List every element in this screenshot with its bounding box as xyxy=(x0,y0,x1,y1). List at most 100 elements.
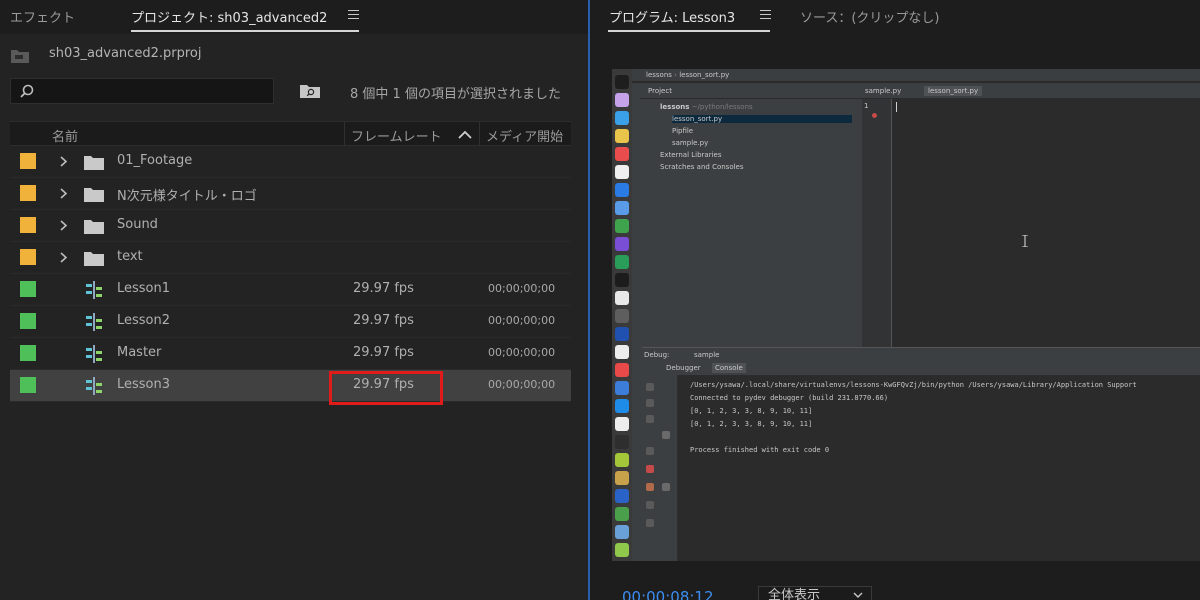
ide-titlebar: lessons › lesson_sort.py xyxy=(632,69,1200,81)
table-header: 名前 フレームレート メディア開始 xyxy=(10,121,571,146)
tab-project[interactable]: プロジェクト: sh03_advanced2 xyxy=(131,7,327,26)
search-input[interactable] xyxy=(10,78,274,104)
debug-config: sample xyxy=(694,351,720,359)
debug-tab-active: Console xyxy=(712,363,746,373)
editor-tab: sample.py xyxy=(865,87,902,95)
app-icon xyxy=(615,93,629,107)
console-line: Connected to pydev debugger (build 231.8… xyxy=(690,394,889,402)
label-color-swatch[interactable] xyxy=(20,281,36,297)
panel-menu-icon[interactable] xyxy=(348,10,359,20)
table-row[interactable]: Lesson2 29.97 fps 00;00;00;00 xyxy=(10,306,571,338)
chevron-right-icon[interactable] xyxy=(60,220,68,231)
tool-icon xyxy=(646,383,654,391)
app-icon xyxy=(615,327,629,341)
column-divider xyxy=(344,122,345,146)
label-color-swatch[interactable] xyxy=(20,249,36,265)
tool-icon xyxy=(662,431,670,439)
label-color-swatch[interactable] xyxy=(20,153,36,169)
app-icon xyxy=(615,543,629,557)
active-tab-underline xyxy=(608,30,770,32)
column-header-name[interactable]: 名前 xyxy=(52,126,78,145)
zoom-level-value: 全体表示 xyxy=(768,588,821,600)
item-name[interactable]: Lesson1 xyxy=(117,281,170,296)
app-icon xyxy=(615,111,629,125)
console-line: /Users/ysawa/.local/share/virtualenvs/le… xyxy=(690,381,1137,389)
label-color-swatch[interactable] xyxy=(20,313,36,329)
tree-item: sample.py xyxy=(672,139,709,147)
table-row[interactable]: Master 29.97 fps 00;00;00;00 xyxy=(10,338,571,370)
item-name[interactable]: N次元様タイトル・ロゴ xyxy=(117,185,257,204)
tab-program[interactable]: プログラム: Lesson3 xyxy=(609,7,735,26)
project-panel: エフェクト プロジェクト: sh03_advanced2 sh03_advanc… xyxy=(0,0,588,600)
debug-tab: Debugger xyxy=(666,364,701,372)
table-row[interactable]: Lesson1 29.97 fps 00;00;00;00 xyxy=(10,274,571,306)
app-icon xyxy=(615,381,629,395)
item-name[interactable]: Lesson2 xyxy=(117,313,170,328)
app-icon xyxy=(615,75,629,89)
tree-item: Scratches and Consoles xyxy=(660,163,744,171)
app-icon xyxy=(615,273,629,287)
playhead-timecode[interactable]: 00;00;08;12 xyxy=(622,588,714,600)
find-folder-icon[interactable] xyxy=(300,84,320,98)
item-name[interactable]: Sound xyxy=(117,217,158,232)
tab-effects[interactable]: エフェクト xyxy=(10,7,75,26)
editor-gutter: 1 xyxy=(862,99,892,361)
item-name[interactable]: Lesson3 xyxy=(117,377,170,392)
tool-icon xyxy=(646,399,654,407)
app-icon xyxy=(615,309,629,323)
program-monitor-panel: プログラム: Lesson3 ソース：(クリップなし) lessons › le… xyxy=(590,0,1200,600)
chevron-right-icon[interactable] xyxy=(60,252,68,263)
table-row-selected[interactable]: Lesson3 29.97 fps 00;00;00;00 xyxy=(10,370,571,402)
panel-menu-icon[interactable] xyxy=(760,10,771,20)
table-row[interactable]: text xyxy=(10,242,571,274)
column-header-frame-rate[interactable]: フレームレート xyxy=(351,126,442,145)
app-icon xyxy=(615,237,629,251)
debug-console: /Users/ysawa/.local/share/virtualenvs/le… xyxy=(678,375,1200,561)
zoom-level-select[interactable]: 全体表示 xyxy=(758,586,872,600)
item-name[interactable]: Master xyxy=(117,345,161,360)
ide-project-label: Project xyxy=(648,87,672,95)
debug-header: Debug: sample xyxy=(642,347,1200,361)
item-name[interactable]: 01_Footage xyxy=(117,153,192,168)
column-header-media-start[interactable]: メディア開始 xyxy=(486,126,563,145)
dock xyxy=(612,69,632,561)
item-media-start: 00;00;00;00 xyxy=(488,346,556,359)
label-color-swatch[interactable] xyxy=(20,377,36,393)
tool-icon xyxy=(646,465,654,473)
sequence-icon xyxy=(86,377,102,395)
column-divider xyxy=(479,122,480,146)
chevron-right-icon[interactable] xyxy=(60,188,68,199)
label-color-swatch[interactable] xyxy=(20,345,36,361)
tab-source[interactable]: ソース：(クリップなし) xyxy=(800,7,940,26)
item-frame-rate: 29.97 fps xyxy=(353,313,414,328)
ide-window-title: lessons xyxy=(646,71,672,79)
table-row[interactable]: N次元様タイトル・ロゴ xyxy=(10,178,571,210)
table-row[interactable]: 01_Footage xyxy=(10,146,571,178)
console-line: Process finished with exit code 0 xyxy=(690,446,830,454)
program-monitor-video[interactable]: lessons › lesson_sort.py Project sample.… xyxy=(612,69,1200,561)
editor-tab-active: lesson_sort.py xyxy=(924,86,983,96)
project-file-name: sh03_advanced2.prproj xyxy=(49,46,202,61)
item-name[interactable]: text xyxy=(117,249,143,264)
label-color-swatch[interactable] xyxy=(20,217,36,233)
project-panel-tabbar: エフェクト プロジェクト: sh03_advanced2 xyxy=(0,0,588,34)
debug-tabs: Debugger Console xyxy=(642,361,1200,375)
app-icon xyxy=(615,435,629,449)
search-icon xyxy=(20,84,34,98)
ide-editor: 1 xyxy=(862,99,1200,369)
sort-ascending-icon[interactable] xyxy=(458,130,472,139)
item-media-start: 00;00;00;00 xyxy=(488,378,556,391)
sequence-icon xyxy=(86,345,102,363)
sequence-icon xyxy=(86,281,102,299)
table-row[interactable]: Sound xyxy=(10,210,571,242)
console-line: [0, 1, 2, 3, 3, 8, 9, 10, 11] xyxy=(690,407,813,415)
label-color-swatch[interactable] xyxy=(20,185,36,201)
app-icon xyxy=(615,129,629,143)
ide-project-tree: lessons ~/python/lessons lesson_sort.py … xyxy=(642,99,882,369)
chevron-right-icon[interactable] xyxy=(60,156,68,167)
ide-toolbar: Project sample.py lesson_sort.py xyxy=(640,83,1200,99)
folder-icon xyxy=(84,220,104,234)
item-frame-rate: 29.97 fps xyxy=(353,345,414,360)
project-file-icon xyxy=(11,50,29,63)
selection-status: 8 個中 1 個の項目が選択されました xyxy=(350,87,561,102)
